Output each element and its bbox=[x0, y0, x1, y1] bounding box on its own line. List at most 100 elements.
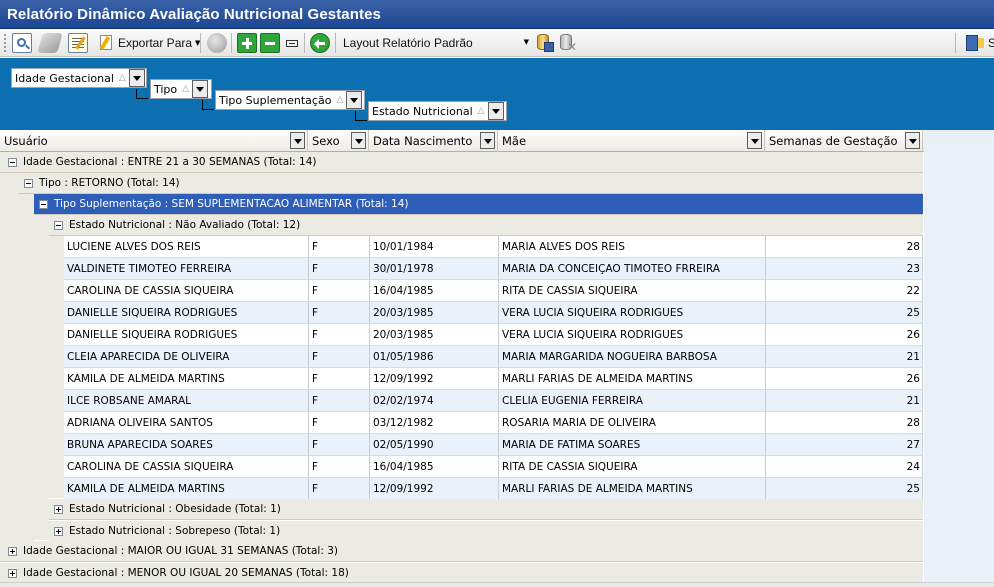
column-filter-button[interactable] bbox=[351, 132, 366, 149]
column-header-sexo[interactable]: Sexo bbox=[308, 130, 369, 152]
cell-data-nascimento[interactable]: 10/01/1984 bbox=[370, 236, 499, 258]
column-header-data-nascimento[interactable]: Data Nascimento bbox=[369, 130, 498, 152]
table-row[interactable]: CLEIA APARECIDA DE OLIVEIRA F 01/05/1986 MA… bbox=[64, 346, 923, 368]
cell-semanas[interactable]: 27 bbox=[766, 434, 923, 456]
cell-usuario[interactable]: CAROLINA DE CASSIA SIQUEIRA bbox=[64, 456, 309, 478]
group-row-tipo-suplementacao[interactable]: Tipo Suplementação : SEM SUPLEMENTACAO A… bbox=[34, 194, 923, 215]
collapse-icon[interactable] bbox=[8, 157, 17, 167]
table-row[interactable]: DANIELLE SIQUEIRA RODRIGUES F 20/03/1985 VE… bbox=[64, 324, 923, 346]
cell-mae[interactable]: CLELIA EUGENIA FERREIRA bbox=[499, 390, 766, 412]
cell-sexo[interactable]: F bbox=[309, 236, 370, 258]
group-chip-idade-gestacional[interactable]: Idade Gestacional △ bbox=[11, 68, 147, 88]
cell-usuario[interactable]: ADRIANA OLIVEIRA SANTOS bbox=[64, 412, 309, 434]
collapse-all-button[interactable] bbox=[260, 32, 280, 53]
table-row[interactable]: CAROLINA DE CASSIA SIQUEIRA F 16/04/1985 RI… bbox=[64, 280, 923, 302]
cell-data-nascimento[interactable]: 12/09/1992 bbox=[370, 368, 499, 390]
refresh-button[interactable] bbox=[310, 32, 330, 53]
edit-button[interactable] bbox=[68, 32, 88, 53]
table-row[interactable]: LUCIENE ALVES DOS REIS F 10/01/1984 MARIA A… bbox=[64, 236, 923, 258]
cell-usuario[interactable]: KAMILA DE ALMEIDA MARTINS bbox=[64, 478, 309, 500]
cell-mae[interactable]: RITA DE CASSIA SIQUEIRA bbox=[499, 280, 766, 302]
table-row[interactable]: BRUNA APARECIDA SOARES F 02/05/1990 MARIA D… bbox=[64, 434, 923, 456]
column-filter-button[interactable] bbox=[480, 132, 495, 149]
table-row[interactable]: KAMILA DE ALMEIDA MARTINS F 12/09/1992 MARL… bbox=[64, 368, 923, 390]
table-row[interactable]: KAMILA DE ALMEIDA MARTINS F 12/09/1992 MARL… bbox=[64, 478, 923, 500]
delete-layout-button[interactable]: ✕ bbox=[558, 32, 578, 54]
table-row[interactable]: ILCE ROBSANE AMARAL F 02/02/1974 CLELIA EUG… bbox=[64, 390, 923, 412]
fit-columns-button[interactable] bbox=[284, 32, 300, 53]
cell-mae[interactable]: MARIA MARGARIDA NOGUEIRA BARBOSA bbox=[499, 346, 766, 368]
group-row-idade-gestacional[interactable]: Idade Gestacional : ENTRE 21 a 30 SEMANA… bbox=[0, 152, 923, 173]
cell-sexo[interactable]: F bbox=[309, 390, 370, 412]
cell-mae[interactable]: VERA LUCIA SIQUEIRA RODRIGUES bbox=[499, 324, 766, 346]
cell-sexo[interactable]: F bbox=[309, 302, 370, 324]
cell-semanas[interactable]: 25 bbox=[766, 302, 923, 324]
column-filter-button[interactable] bbox=[747, 132, 762, 149]
export-button[interactable]: Exportar Para ▼ bbox=[97, 32, 200, 53]
expand-icon[interactable] bbox=[8, 568, 17, 578]
group-row-idade-gestacional[interactable]: Idade Gestacional : MAIOR OU IGUAL 31 SE… bbox=[0, 541, 923, 562]
layout-select[interactable]: Padrão ▼ bbox=[434, 32, 531, 53]
expand-icon[interactable] bbox=[54, 526, 63, 536]
collapse-icon[interactable] bbox=[39, 199, 48, 209]
cell-semanas[interactable]: 24 bbox=[766, 456, 923, 478]
cell-usuario[interactable]: DANIELLE SIQUEIRA RODRIGUES bbox=[64, 324, 309, 346]
group-chip-estado-nutricional[interactable]: Estado Nutricional △ bbox=[368, 101, 507, 121]
chevron-down-icon[interactable] bbox=[128, 69, 145, 87]
cell-mae[interactable]: MARLI FARIAS DE ALMEIDA MARTINS bbox=[499, 368, 766, 390]
cell-mae[interactable]: MARLI FARIAS DE ALMEIDA MARTINS bbox=[499, 478, 766, 500]
cell-semanas[interactable]: 28 bbox=[766, 412, 923, 434]
cell-semanas[interactable]: 26 bbox=[766, 368, 923, 390]
group-chip-tipo[interactable]: Tipo △ bbox=[150, 79, 212, 99]
cell-usuario[interactable]: VALDINETE TIMOTEO FERREIRA bbox=[64, 258, 309, 280]
collapse-icon[interactable] bbox=[24, 178, 33, 188]
chevron-down-icon[interactable] bbox=[487, 102, 504, 120]
cell-usuario[interactable]: DANIELLE SIQUEIRA RODRIGUES bbox=[64, 302, 309, 324]
cell-sexo[interactable]: F bbox=[309, 412, 370, 434]
table-row[interactable]: DANIELLE SIQUEIRA RODRIGUES F 20/03/1985 VE… bbox=[64, 302, 923, 324]
cell-data-nascimento[interactable]: 30/01/1978 bbox=[370, 258, 499, 280]
table-row[interactable]: ADRIANA OLIVEIRA SANTOS F 03/12/1982 ROSARI… bbox=[64, 412, 923, 434]
horizontal-scrollbar[interactable] bbox=[0, 582, 994, 587]
cell-semanas[interactable]: 21 bbox=[766, 346, 923, 368]
cell-usuario[interactable]: ILCE ROBSANE AMARAL bbox=[64, 390, 309, 412]
table-row[interactable]: VALDINETE TIMOTEO FERREIRA F 30/01/1978 MAR… bbox=[64, 258, 923, 280]
chevron-down-icon[interactable] bbox=[192, 80, 209, 98]
cell-mae[interactable]: RITA DE CASSIA SIQUEIRA bbox=[499, 456, 766, 478]
cell-data-nascimento[interactable]: 01/05/1986 bbox=[370, 346, 499, 368]
cell-data-nascimento[interactable]: 20/03/1985 bbox=[370, 302, 499, 324]
cell-usuario[interactable]: BRUNA APARECIDA SOARES bbox=[64, 434, 309, 456]
group-row-estado-nutricional[interactable]: Estado Nutricional : Não Avaliado (Total… bbox=[49, 215, 923, 236]
column-header-usuario[interactable]: Usuário bbox=[0, 130, 308, 152]
cell-semanas[interactable]: 22 bbox=[766, 280, 923, 302]
exit-button[interactable]: S bbox=[964, 32, 994, 53]
globe-button[interactable] bbox=[207, 32, 227, 53]
expand-icon[interactable] bbox=[8, 546, 17, 556]
cell-data-nascimento[interactable]: 16/04/1985 bbox=[370, 456, 499, 478]
cell-semanas[interactable]: 28 bbox=[766, 236, 923, 258]
cell-mae[interactable]: VERA LUCIA SIQUEIRA RODRIGUES bbox=[499, 302, 766, 324]
clear-button[interactable] bbox=[37, 32, 63, 53]
column-filter-button[interactable] bbox=[290, 132, 305, 149]
expand-all-button[interactable] bbox=[237, 32, 257, 53]
cell-data-nascimento[interactable]: 03/12/1982 bbox=[370, 412, 499, 434]
cell-mae[interactable]: MARIA DE FATIMA SOARES bbox=[499, 434, 766, 456]
cell-semanas[interactable]: 21 bbox=[766, 390, 923, 412]
cell-semanas[interactable]: 26 bbox=[766, 324, 923, 346]
cell-mae[interactable]: MARIA DA CONCEIÇAO TIMOTEO FRREIRA bbox=[499, 258, 766, 280]
save-layout-button[interactable] bbox=[535, 32, 555, 53]
group-row-estado-nutricional[interactable]: Estado Nutricional : Sobrepeso (Total: 1… bbox=[49, 521, 923, 542]
cell-mae[interactable]: MARIA ALVES DOS REIS bbox=[499, 236, 766, 258]
group-row-estado-nutricional[interactable]: Estado Nutricional : Obesidade (Total: 1… bbox=[49, 499, 923, 520]
cell-semanas[interactable]: 23 bbox=[766, 258, 923, 280]
expand-icon[interactable] bbox=[54, 504, 63, 514]
cell-mae[interactable]: ROSARIA MARIA DE OLIVEIRA bbox=[499, 412, 766, 434]
cell-sexo[interactable]: F bbox=[309, 478, 370, 500]
collapse-icon[interactable] bbox=[54, 220, 63, 230]
cell-sexo[interactable]: F bbox=[309, 346, 370, 368]
group-row-idade-gestacional[interactable]: Idade Gestacional : MENOR OU IGUAL 20 SE… bbox=[0, 563, 923, 582]
cell-data-nascimento[interactable]: 02/02/1974 bbox=[370, 390, 499, 412]
print-preview-button[interactable] bbox=[12, 32, 32, 53]
cell-data-nascimento[interactable]: 02/05/1990 bbox=[370, 434, 499, 456]
cell-usuario[interactable]: KAMILA DE ALMEIDA MARTINS bbox=[64, 368, 309, 390]
